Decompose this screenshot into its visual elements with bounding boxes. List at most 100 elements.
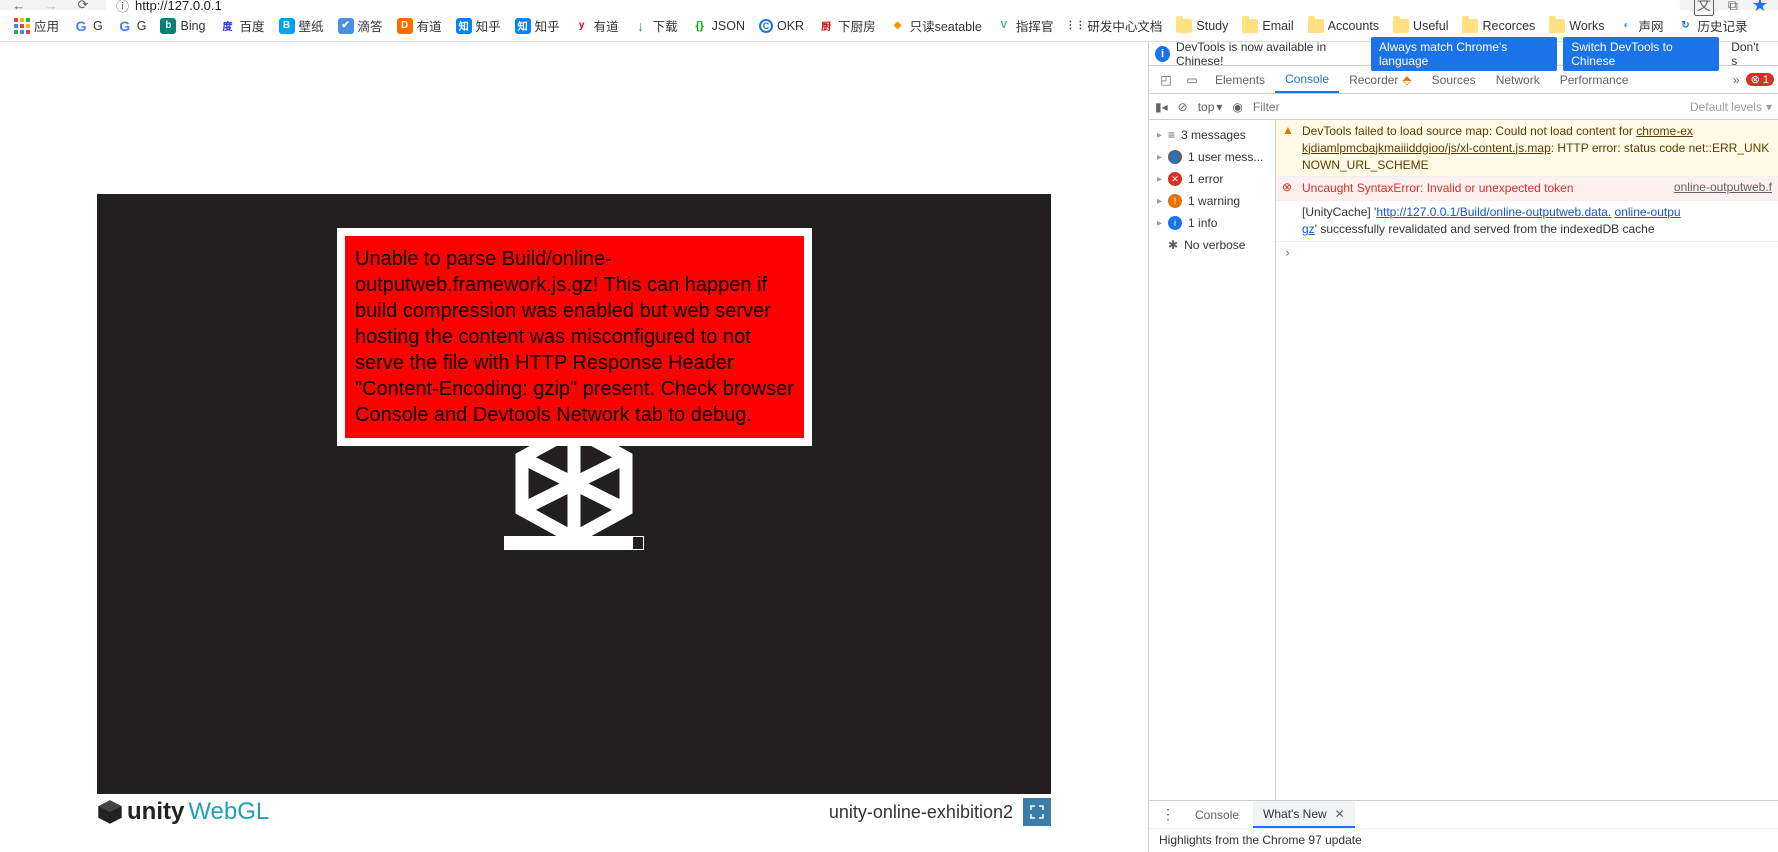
- error-icon: ⊗: [1282, 180, 1296, 194]
- bookmark-commander[interactable]: V指挥官: [992, 14, 1058, 37]
- okr-icon: C: [759, 19, 773, 33]
- seatable-icon: ◆: [890, 18, 906, 34]
- devtools-locale-banner: i DevTools is now available in Chinese! …: [1149, 42, 1778, 66]
- bookmark-dida[interactable]: ✔滴答: [334, 14, 387, 37]
- more-tabs-icon[interactable]: »: [1733, 73, 1740, 87]
- sidebar-messages[interactable]: ▸≡3 messages: [1149, 124, 1275, 146]
- kitchen-icon: 厨: [818, 18, 834, 34]
- bookmark-zhihu[interactable]: 知知乎: [452, 14, 505, 37]
- folder-icon: [1176, 19, 1192, 33]
- whats-new-heading: Highlights from the Chrome 97 update: [1149, 828, 1778, 852]
- dida-icon: ✔: [338, 18, 354, 34]
- bookmark-agora[interactable]: ◐声网: [1614, 14, 1667, 37]
- bookmark-seatable[interactable]: ◆只读seatable: [886, 14, 986, 37]
- bookmark-kitchen[interactable]: 厨下厨房: [814, 14, 880, 37]
- error-badge[interactable]: ⊗ 1: [1746, 73, 1774, 86]
- star-icon[interactable]: ★: [1752, 0, 1768, 16]
- bookmark-bing[interactable]: bBing: [156, 16, 209, 36]
- history-icon: ↻: [1677, 18, 1693, 34]
- folder-icon: [1242, 19, 1258, 33]
- bookmark-zhihu2[interactable]: 知知乎: [511, 14, 564, 37]
- bookmark-folder-accounts[interactable]: Accounts: [1304, 17, 1383, 35]
- console-warning[interactable]: ▲ DevTools failed to load source map: Co…: [1276, 120, 1778, 177]
- bookmark-history[interactable]: ↻历史记录: [1673, 14, 1751, 37]
- drawer-menu-icon[interactable]: ⋮: [1155, 806, 1181, 823]
- bookmark-json[interactable]: {}JSON: [688, 16, 749, 36]
- bookmark-folder-works[interactable]: Works: [1545, 17, 1608, 35]
- unity-footer: unity WebGL unity-online-exhibition2: [97, 794, 1051, 830]
- bookmark-folder-email[interactable]: Email: [1238, 17, 1297, 35]
- preview-icon: ⬘: [1402, 73, 1411, 87]
- drawer-tab-whatsnew[interactable]: What's New✕: [1253, 801, 1355, 828]
- build-title: unity-online-exhibition2: [829, 802, 1013, 823]
- bookmark-download[interactable]: ↓下载: [629, 14, 682, 37]
- devtools-tabs: ◰ ▭ Elements Console Recorder⬘ Sources N…: [1149, 66, 1778, 94]
- tab-recorder[interactable]: Recorder⬘: [1339, 66, 1422, 93]
- bookmark-youdao[interactable]: D有道: [393, 14, 446, 37]
- devtools-drawer-tabs: ⋮ Console What's New✕: [1149, 800, 1778, 828]
- console-sidebar: ▸≡3 messages ▸👤1 user mess... ▸✕1 error …: [1149, 120, 1276, 800]
- close-icon[interactable]: ✕: [1335, 807, 1345, 821]
- context-selector[interactable]: top ▾: [1198, 100, 1223, 114]
- download-icon: ↓: [633, 18, 649, 34]
- bookmark-g[interactable]: GG: [69, 16, 107, 36]
- tab-elements[interactable]: Elements: [1205, 66, 1275, 93]
- google-icon: G: [73, 18, 89, 34]
- bookmark-docs[interactable]: ⋮⋮研发中心文档: [1063, 14, 1166, 37]
- bookmark-folder-useful[interactable]: Useful: [1389, 17, 1452, 35]
- filter-input[interactable]: [1253, 100, 1680, 114]
- sidebar-info[interactable]: ▸i1 info: [1149, 212, 1275, 234]
- vue-icon: V: [996, 18, 1012, 34]
- sidebar-user-messages[interactable]: ▸👤1 user mess...: [1149, 146, 1275, 168]
- copy-icon[interactable]: ⧉: [1728, 0, 1738, 14]
- bookmark-baidu[interactable]: 度百度: [216, 14, 269, 37]
- levels-selector[interactable]: Default levels ▾: [1690, 100, 1772, 114]
- bookmark-folder-study[interactable]: Study: [1172, 17, 1232, 35]
- warning-icon: ▲: [1282, 123, 1296, 137]
- tab-sources[interactable]: Sources: [1422, 66, 1486, 93]
- console-output: ▲ DevTools failed to load source map: Co…: [1276, 120, 1778, 800]
- gear-icon: ✱: [1168, 238, 1178, 252]
- clear-console-icon[interactable]: ⊘: [1178, 100, 1188, 114]
- sidebar-toggle-icon[interactable]: ▮◂: [1155, 100, 1168, 114]
- sidebar-warnings[interactable]: ▸!1 warning: [1149, 190, 1275, 212]
- docs-icon: ⋮⋮: [1067, 18, 1083, 34]
- console-prompt[interactable]: ›: [1276, 242, 1778, 264]
- drawer-tab-console[interactable]: Console: [1185, 801, 1249, 828]
- folder-icon: [1393, 19, 1409, 33]
- site-info-icon[interactable]: ⓘ: [116, 0, 129, 15]
- console-info[interactable]: [UnityCache] 'http://127.0.0.1/Build/onl…: [1276, 201, 1778, 242]
- sidebar-errors[interactable]: ▸✕1 error: [1149, 168, 1275, 190]
- error-message: Unable to parse Build/online-outputweb.f…: [345, 236, 804, 438]
- unity-cube-icon: [97, 799, 123, 825]
- bookmark-okr[interactable]: COKR: [755, 17, 808, 35]
- fullscreen-icon: [1030, 805, 1044, 819]
- banner-text: DevTools is now available in Chinese!: [1176, 40, 1365, 68]
- inspect-icon[interactable]: ◰: [1153, 73, 1179, 87]
- folder-icon: [1462, 19, 1478, 33]
- back-icon[interactable]: ←: [10, 0, 28, 14]
- device-icon[interactable]: ▭: [1179, 73, 1205, 87]
- folder-icon: [1308, 19, 1324, 33]
- bookmark-folder-resources[interactable]: Recorces: [1458, 17, 1539, 35]
- sidebar-verbose[interactable]: ▸✱No verbose: [1149, 234, 1275, 256]
- loading-progress: [504, 536, 644, 550]
- error-dialog: Unable to parse Build/online-outputweb.f…: [337, 228, 812, 446]
- forward-icon: →: [42, 0, 60, 14]
- reload-icon[interactable]: ⟳: [74, 0, 92, 14]
- bookmark-youdao2[interactable]: y有道: [570, 14, 623, 37]
- folder-icon: [1549, 19, 1565, 33]
- bookmark-wallpaper[interactable]: B壁纸: [275, 14, 328, 37]
- error-source-link[interactable]: online-outputweb.f: [1674, 180, 1772, 194]
- tab-console[interactable]: Console: [1275, 66, 1339, 93]
- apps-button[interactable]: 应用: [10, 14, 63, 37]
- tab-network[interactable]: Network: [1486, 66, 1550, 93]
- eye-icon[interactable]: ◉: [1232, 100, 1242, 114]
- fullscreen-button[interactable]: [1023, 798, 1051, 826]
- bookmark-g2[interactable]: GG: [113, 16, 151, 36]
- info-icon: i: [1155, 46, 1170, 62]
- console-error[interactable]: ⊗ Uncaught SyntaxError: Invalid or unexp…: [1276, 177, 1778, 201]
- tab-performance[interactable]: Performance: [1550, 66, 1639, 93]
- unity-canvas: Unable to parse Build/online-outputweb.f…: [97, 194, 1051, 794]
- page-content: Unable to parse Build/online-outputweb.f…: [0, 42, 1148, 852]
